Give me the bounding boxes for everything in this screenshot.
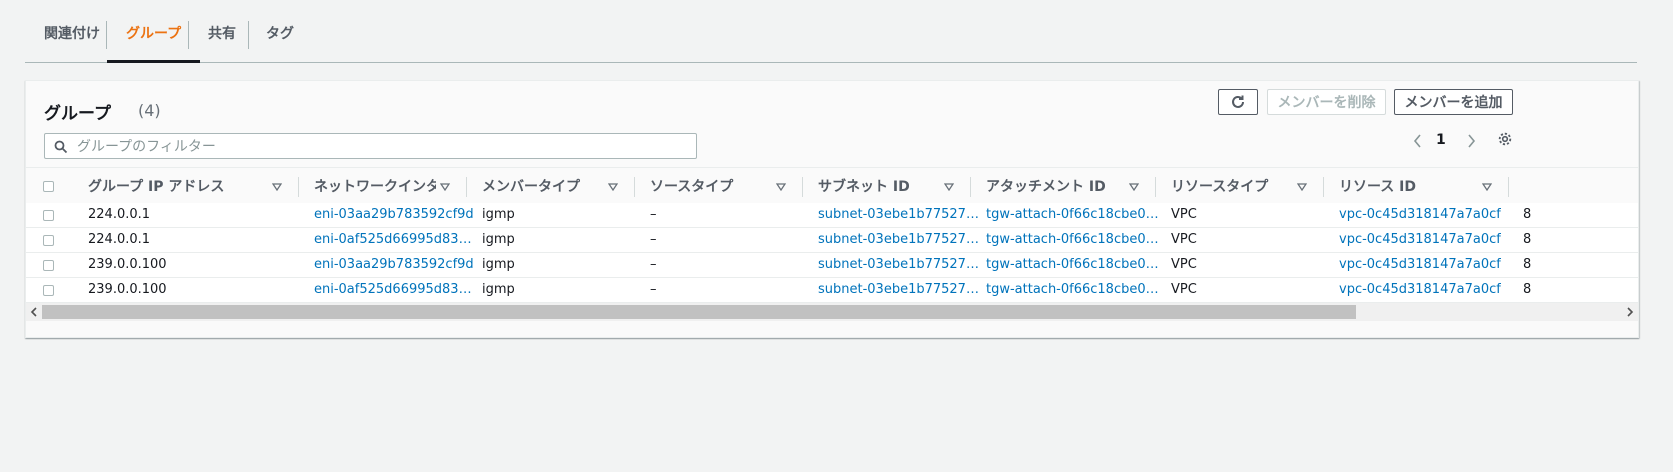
sort-icon[interactable] — [1297, 183, 1307, 191]
sort-icon[interactable] — [944, 183, 954, 191]
cell-attachment-link[interactable]: tgw-attach-0f66c18cbe0… — [986, 228, 1159, 252]
column-header-subnet-id[interactable]: サブネット ID — [818, 168, 940, 206]
column-divider — [1323, 177, 1324, 197]
cell-subnet-link[interactable]: subnet-03ebe1b77527… — [818, 203, 979, 227]
tab-associations[interactable]: 関連付け — [25, 18, 119, 62]
cell-group-ip: 239.0.0.100 — [88, 282, 167, 297]
cell-resource-link[interactable]: vpc-0c45d318147a7a0cf — [1339, 253, 1501, 277]
cell-member-type: igmp — [482, 207, 515, 222]
preferences-button[interactable] — [1497, 131, 1513, 151]
chevron-right-icon — [1468, 134, 1476, 148]
gear-icon — [1498, 132, 1512, 146]
refresh-icon — [1232, 95, 1244, 108]
column-header-attachment-id[interactable]: アタッチメント ID — [986, 168, 1116, 206]
column-divider — [466, 177, 467, 197]
cell-member-type: igmp — [482, 257, 515, 272]
column-divider — [634, 177, 635, 197]
cell-source-type: – — [650, 207, 657, 222]
table-row[interactable]: 224.0.0.1 eni-03aa29b783592cf9d igmp – s… — [26, 203, 1638, 228]
cell-eni-link[interactable]: eni-03aa29b783592cf9d — [314, 203, 474, 227]
column-divider — [298, 177, 299, 197]
tab-bar: 関連付け グループ 共有 タグ — [25, 18, 1637, 63]
row-checkbox[interactable] — [43, 285, 54, 296]
refresh-button[interactable] — [1218, 89, 1258, 115]
search-icon — [54, 140, 68, 154]
cell-attachment-link[interactable]: tgw-attach-0f66c18cbe0… — [986, 253, 1159, 277]
column-divider — [970, 177, 971, 197]
column-header-resource-type[interactable]: リソースタイプ — [1171, 168, 1293, 206]
sort-icon[interactable] — [272, 183, 282, 191]
table-row[interactable]: 224.0.0.1 eni-0af525d66995d83… igmp – su… — [26, 228, 1638, 253]
cell-member-type: igmp — [482, 232, 515, 247]
horizontal-scrollbar[interactable] — [26, 303, 1638, 321]
column-divider — [1508, 177, 1509, 197]
sort-icon[interactable] — [440, 183, 450, 191]
previous-page-button[interactable] — [1411, 129, 1425, 153]
table-row[interactable]: 239.0.0.100 eni-0af525d66995d83… igmp – … — [26, 278, 1638, 303]
cell-eni-link[interactable]: eni-03aa29b783592cf9d — [314, 253, 474, 277]
cell-group-ip: 224.0.0.1 — [88, 232, 151, 247]
remove-member-button[interactable]: メンバーを削除 — [1267, 89, 1386, 115]
cell-truncated: 8 — [1523, 257, 1532, 272]
column-header-member-type[interactable]: メンバータイプ — [482, 168, 604, 206]
select-all-checkbox[interactable] — [43, 181, 54, 192]
current-page[interactable]: 1 — [1436, 132, 1446, 156]
chevron-left-icon — [1413, 134, 1421, 148]
sort-icon[interactable] — [1482, 183, 1492, 191]
cell-resource-link[interactable]: vpc-0c45d318147a7a0cf — [1339, 228, 1501, 252]
cell-group-ip: 224.0.0.1 — [88, 207, 151, 222]
sort-icon[interactable] — [776, 183, 786, 191]
row-checkbox[interactable] — [43, 210, 54, 221]
cell-subnet-link[interactable]: subnet-03ebe1b77527… — [818, 228, 979, 252]
cell-attachment-link[interactable]: tgw-attach-0f66c18cbe0… — [986, 203, 1159, 227]
column-header-network-interface[interactable]: ネットワークインタ… — [314, 168, 436, 206]
cell-truncated: 8 — [1523, 232, 1532, 247]
cell-group-ip: 239.0.0.100 — [88, 257, 167, 272]
column-divider — [1155, 177, 1156, 197]
column-header-resource-id[interactable]: リソース ID — [1339, 168, 1469, 206]
cell-resource-type: VPC — [1171, 207, 1197, 222]
cell-subnet-link[interactable]: subnet-03ebe1b77527… — [818, 253, 979, 277]
row-checkbox[interactable] — [43, 235, 54, 246]
cell-source-type: – — [650, 232, 657, 247]
tab-tags[interactable]: タグ — [247, 18, 313, 62]
filter-input[interactable] — [75, 136, 679, 158]
cell-truncated: 8 — [1523, 282, 1532, 297]
sort-icon[interactable] — [1129, 183, 1139, 191]
column-header-group-ip[interactable]: グループ IP アドレス — [88, 168, 268, 206]
cell-member-type: igmp — [482, 282, 515, 297]
cell-attachment-link[interactable]: tgw-attach-0f66c18cbe0… — [986, 278, 1159, 302]
row-checkbox[interactable] — [43, 260, 54, 271]
scroll-right-icon[interactable] — [1622, 303, 1638, 321]
panel-title: グループ — [44, 104, 111, 124]
tab-sharing[interactable]: 共有 — [189, 18, 255, 62]
sort-icon[interactable] — [608, 183, 618, 191]
cell-source-type: – — [650, 257, 657, 272]
cell-source-type: – — [650, 282, 657, 297]
scrollbar-thumb[interactable] — [42, 305, 1356, 319]
cell-resource-type: VPC — [1171, 257, 1197, 272]
group-count: (4) — [138, 101, 161, 120]
filter-field — [44, 133, 697, 159]
cell-resource-type: VPC — [1171, 282, 1197, 297]
next-page-button[interactable] — [1464, 129, 1478, 153]
groups-panel: グループ (4) メンバーを削除 メンバーを追加 1 グループ — [25, 80, 1639, 338]
cell-resource-type: VPC — [1171, 232, 1197, 247]
tab-groups[interactable]: グループ — [107, 18, 201, 63]
cell-truncated: 8 — [1523, 207, 1532, 222]
table-row[interactable]: 239.0.0.100 eni-03aa29b783592cf9d igmp –… — [26, 253, 1638, 278]
cell-resource-link[interactable]: vpc-0c45d318147a7a0cf — [1339, 203, 1501, 227]
cell-resource-link[interactable]: vpc-0c45d318147a7a0cf — [1339, 278, 1501, 302]
cell-eni-link[interactable]: eni-0af525d66995d83… — [314, 228, 472, 252]
add-member-button[interactable]: メンバーを追加 — [1394, 89, 1513, 115]
table-header: グループ IP アドレス ネットワークインタ… メンバータイプ ソースタイプ サ… — [26, 167, 1638, 207]
scroll-left-icon[interactable] — [26, 303, 42, 321]
cell-subnet-link[interactable]: subnet-03ebe1b77527… — [818, 278, 979, 302]
column-header-source-type[interactable]: ソースタイプ — [650, 168, 772, 206]
column-divider — [802, 177, 803, 197]
cell-eni-link[interactable]: eni-0af525d66995d83… — [314, 278, 472, 302]
